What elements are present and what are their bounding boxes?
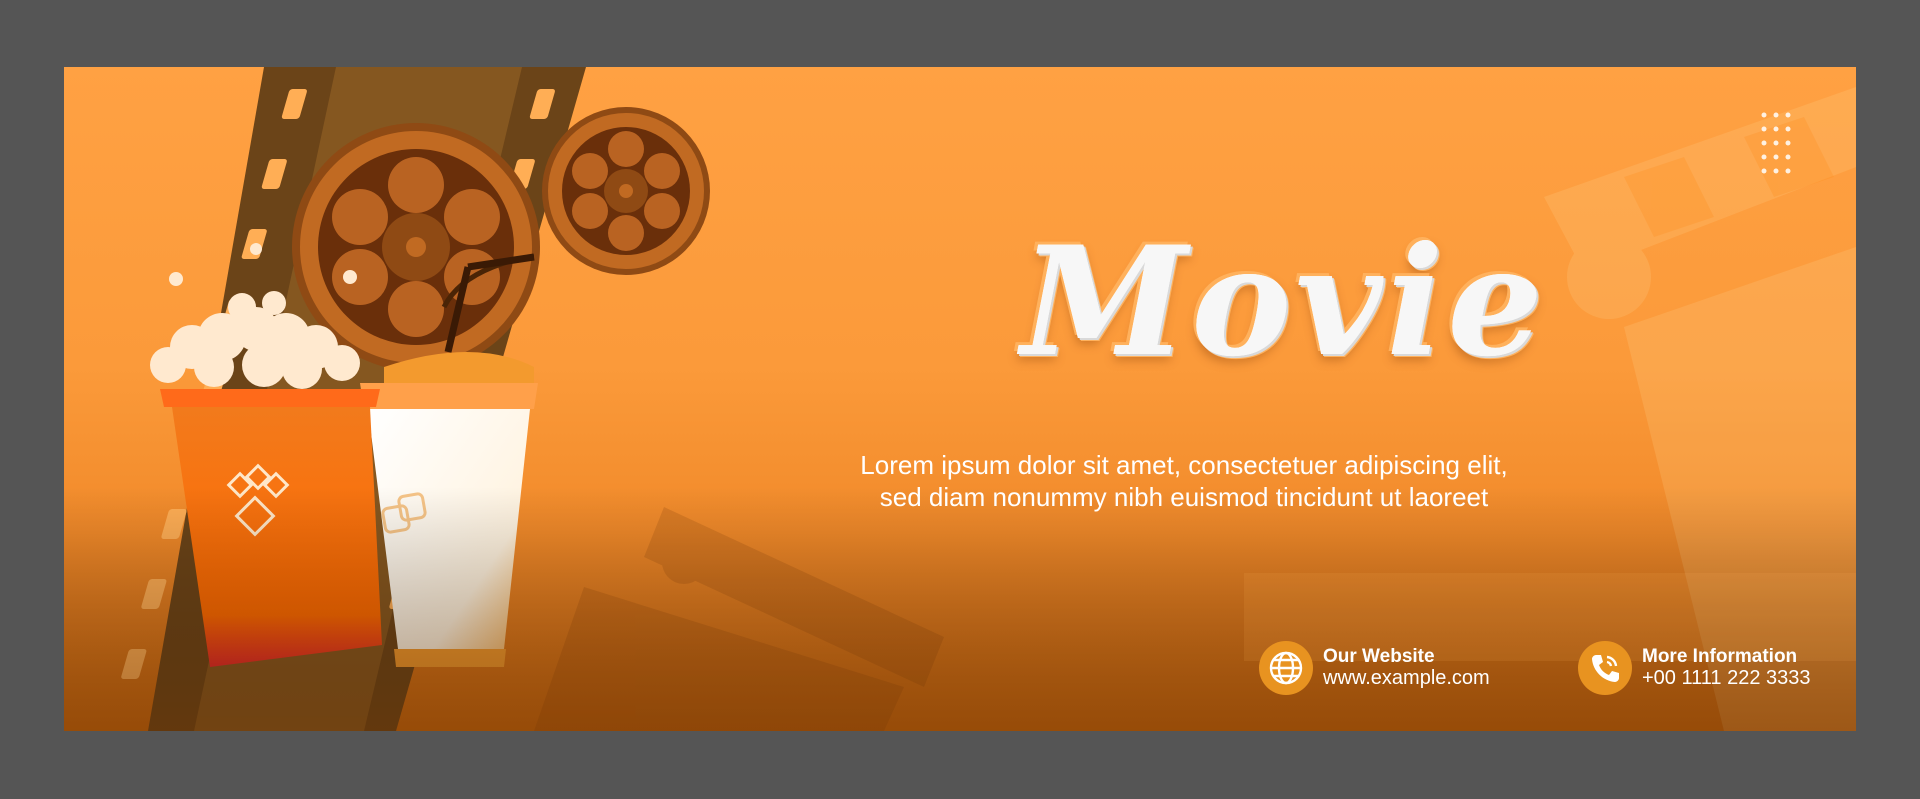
- movie-banner: Movie Lorem ipsum dolor sit amet, consec…: [64, 67, 1856, 731]
- info-text: More Information +00 1111 222 3333: [1642, 646, 1811, 690]
- tagline-line-1: Lorem ipsum dolor sit amet, consectetuer…: [860, 450, 1508, 480]
- website-label: Our Website: [1323, 646, 1435, 667]
- banner-illustration: [64, 67, 1856, 731]
- info-label: More Information: [1642, 646, 1798, 667]
- tagline-line-2: sed diam nonummy nibh euismod tincidunt …: [879, 482, 1489, 512]
- phone-icon: [1578, 641, 1632, 695]
- website-contact[interactable]: Our Website www.example.com: [1259, 640, 1490, 696]
- website-text: Our Website www.example.com: [1323, 646, 1490, 690]
- film-reel-icon-small: [542, 107, 710, 275]
- banner-title: Movie: [1021, 214, 1547, 390]
- globe-icon: [1259, 641, 1313, 695]
- banner-tagline: Lorem ipsum dolor sit amet, consectetuer…: [814, 449, 1554, 513]
- info-contact[interactable]: More Information +00 1111 222 3333: [1578, 640, 1811, 696]
- website-url[interactable]: www.example.com: [1323, 667, 1490, 689]
- info-phone[interactable]: +00 1111 222 3333: [1642, 667, 1811, 689]
